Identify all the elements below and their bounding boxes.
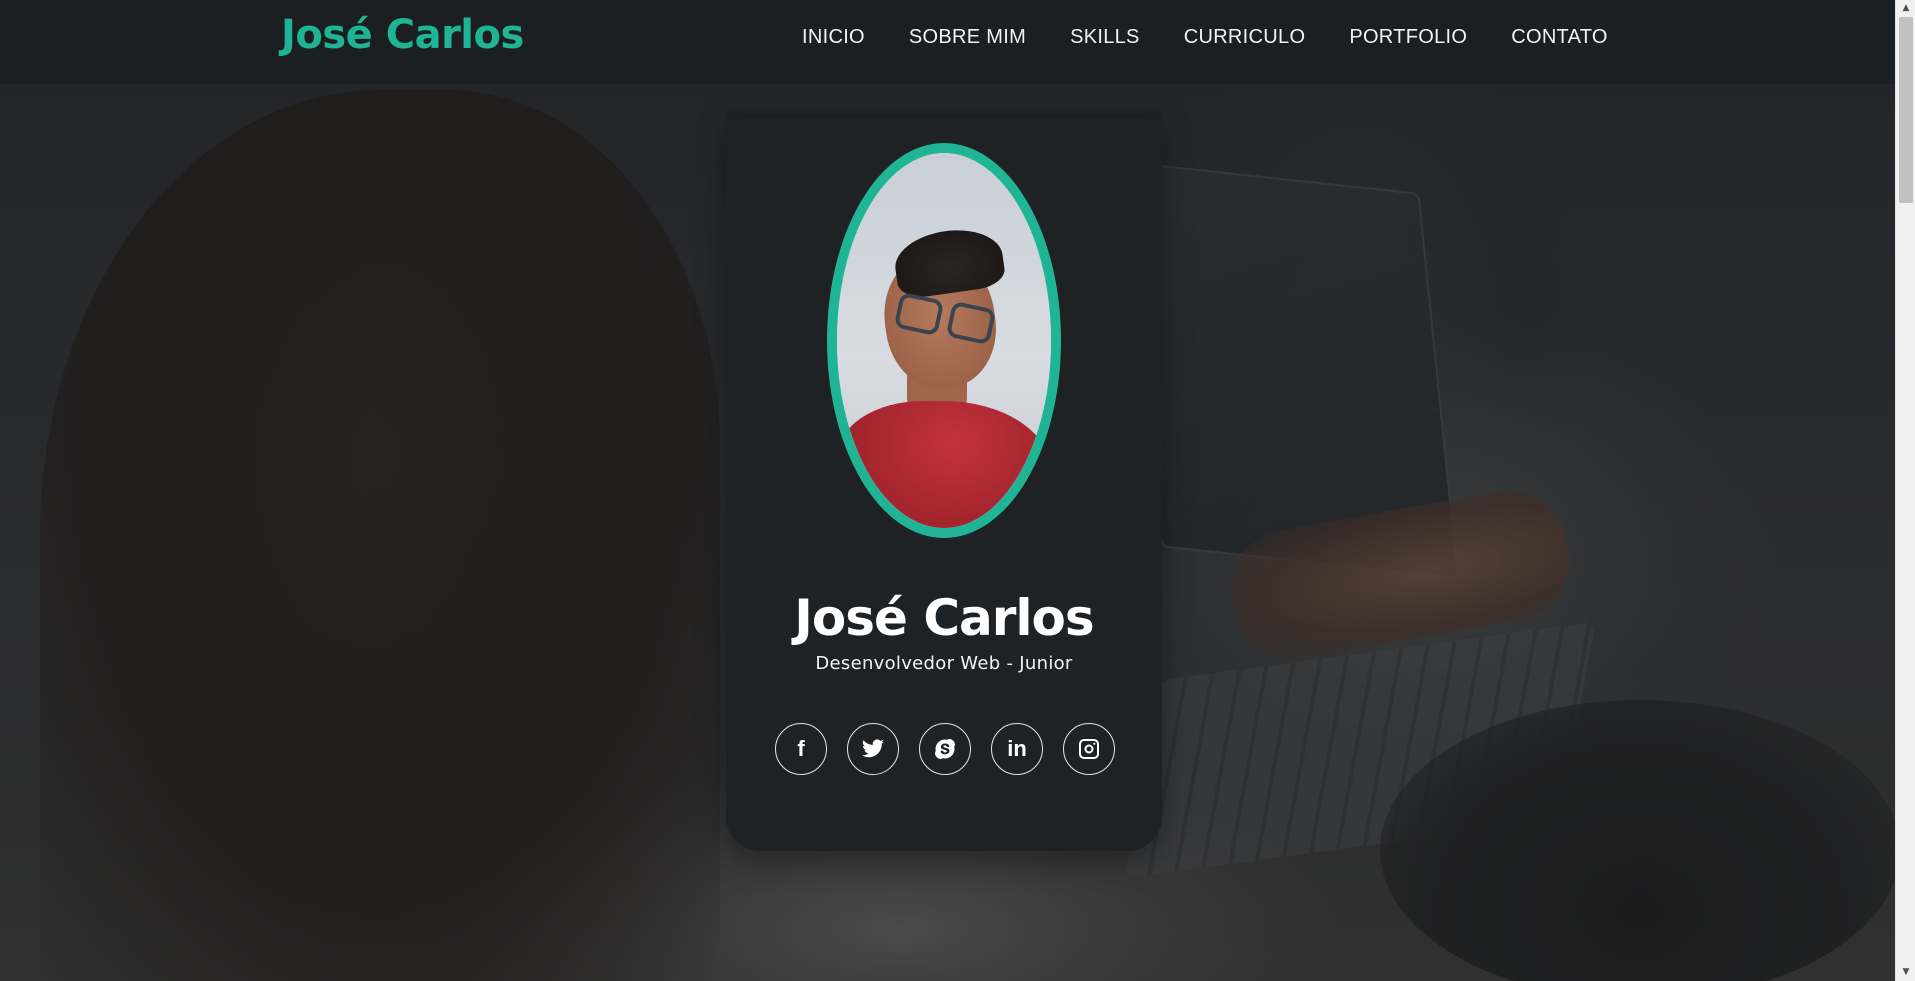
nav-item-skills[interactable]: SKILLS: [1048, 24, 1162, 50]
profile-name: José Carlos: [794, 589, 1094, 647]
skype-icon: [935, 739, 955, 759]
linkedin-icon: in: [1007, 736, 1027, 761]
background-person-hair: [40, 90, 720, 981]
navbar: José Carlos INICIO SOBRE MIM SKILLS CURR…: [0, 0, 1895, 84]
nav-item-portfolio[interactable]: PORTFOLIO: [1327, 24, 1489, 50]
nav-item-contato[interactable]: CONTATO: [1489, 24, 1630, 50]
twitter-icon: [862, 739, 884, 758]
nav-menu: INICIO SOBRE MIM SKILLS CURRICULO PORTFO…: [780, 24, 1630, 50]
profile-photo: [837, 153, 1051, 528]
page-scrollbar[interactable]: ▲ ▼: [1895, 0, 1915, 981]
skype-button[interactable]: [919, 723, 971, 775]
photo-hair: [891, 223, 1007, 301]
profile-card: José Carlos Desenvolvedor Web - Junior f…: [726, 117, 1162, 851]
photo-shirt: [837, 401, 1051, 528]
social-links: f in: [775, 723, 1115, 775]
nav-item-inicio[interactable]: INICIO: [780, 24, 887, 50]
instagram-button[interactable]: [1063, 723, 1115, 775]
scrollbar-thumb[interactable]: [1899, 17, 1913, 203]
facebook-button[interactable]: f: [775, 723, 827, 775]
brand-logo[interactable]: José Carlos: [281, 12, 524, 58]
linkedin-button[interactable]: in: [991, 723, 1043, 775]
card-top-fade: [726, 104, 1162, 118]
background-person-shoulder: [1380, 700, 1900, 981]
nav-item-sobre-mim[interactable]: SOBRE MIM: [887, 24, 1048, 50]
scroll-up-arrow-icon[interactable]: ▲: [1896, 0, 1915, 17]
instagram-icon: [1079, 739, 1099, 759]
profile-role: Desenvolvedor Web - Junior: [815, 653, 1073, 674]
profile-photo-frame: [827, 143, 1061, 538]
scroll-down-arrow-icon[interactable]: ▼: [1896, 964, 1915, 981]
facebook-icon: f: [797, 736, 805, 761]
twitter-button[interactable]: [847, 723, 899, 775]
nav-item-curriculo[interactable]: CURRICULO: [1162, 24, 1328, 50]
